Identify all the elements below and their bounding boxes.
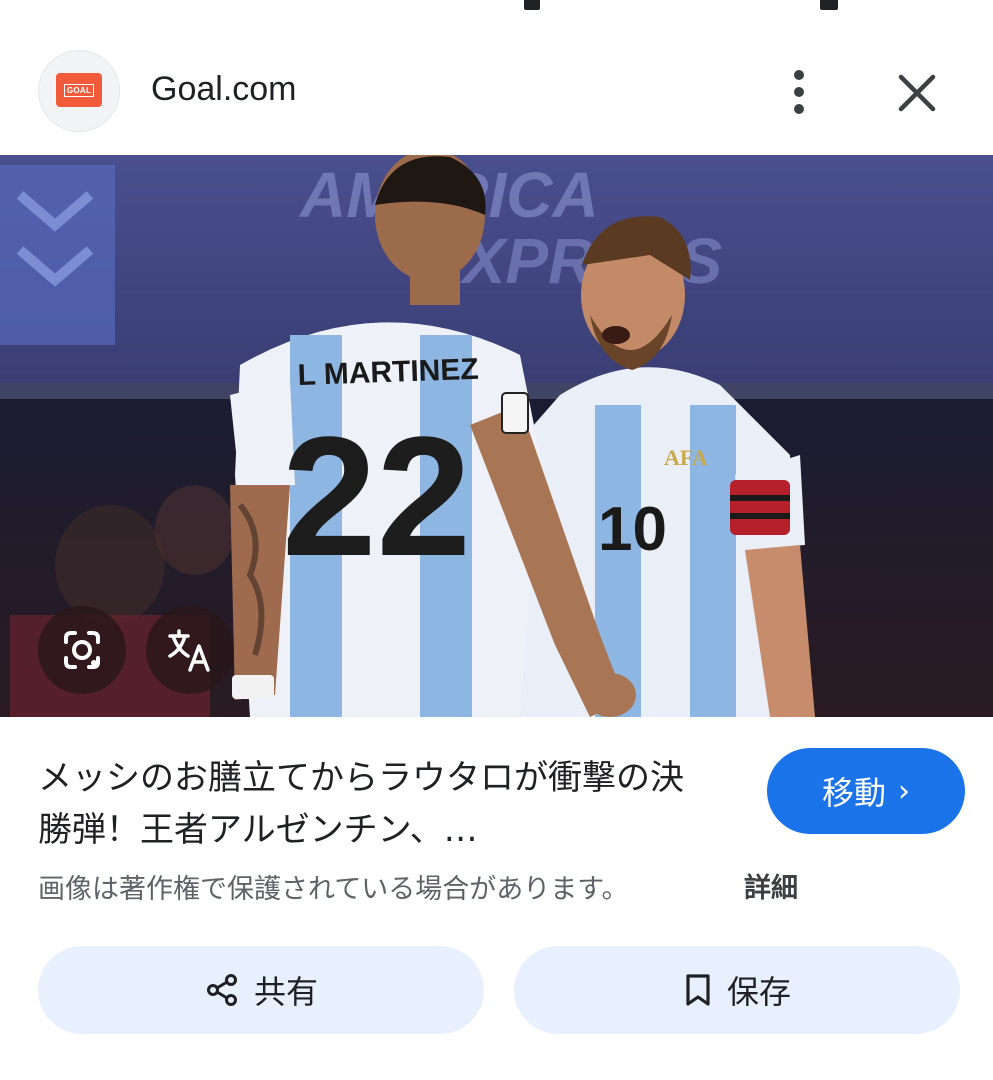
- translate-button[interactable]: [146, 606, 234, 694]
- google-lens-icon: [64, 631, 100, 669]
- source-logo: GOAL: [38, 50, 120, 132]
- result-header: GOAL Goal.com: [0, 48, 993, 132]
- goal-logo: GOAL: [56, 73, 102, 107]
- close-button[interactable]: [890, 66, 944, 120]
- afa-crest: AFA: [664, 445, 708, 470]
- more-options-button[interactable]: [778, 66, 820, 118]
- close-icon: [898, 74, 936, 112]
- bookmark-icon: [683, 972, 713, 1008]
- share-label: 共有: [253, 973, 318, 1011]
- status-bar-fragment: [0, 0, 993, 14]
- chevron-right-icon: ›: [898, 773, 910, 809]
- jersey-back-number: 22: [282, 402, 471, 592]
- share-icon: [204, 972, 240, 1008]
- translate-icon: [168, 629, 210, 672]
- jersey-back-name: L MARTINEZ: [297, 353, 479, 392]
- source-name[interactable]: Goal.com: [151, 70, 297, 109]
- result-image[interactable]: AMERICA EXPRESS 10 AFA: [0, 155, 993, 717]
- visit-button-label: 移動: [821, 774, 886, 812]
- more-vert-icon: [794, 70, 804, 80]
- result-title[interactable]: メッシのお膳立てからラウタロが衝撃の決勝弾！王者アルゼンチン、…: [38, 752, 708, 856]
- copyright-notice: 画像は著作権で保護されている場合があります。: [38, 874, 629, 905]
- jersey-front-number: 10: [598, 495, 667, 564]
- save-label: 保存: [726, 973, 791, 1011]
- details-link[interactable]: 詳細: [744, 866, 798, 905]
- save-button[interactable]: 保存: [514, 946, 960, 1034]
- google-lens-button[interactable]: [38, 606, 126, 694]
- share-button[interactable]: 共有: [38, 946, 484, 1034]
- goal-logo-text: GOAL: [63, 83, 95, 97]
- visit-button[interactable]: 移動 ›: [767, 748, 965, 834]
